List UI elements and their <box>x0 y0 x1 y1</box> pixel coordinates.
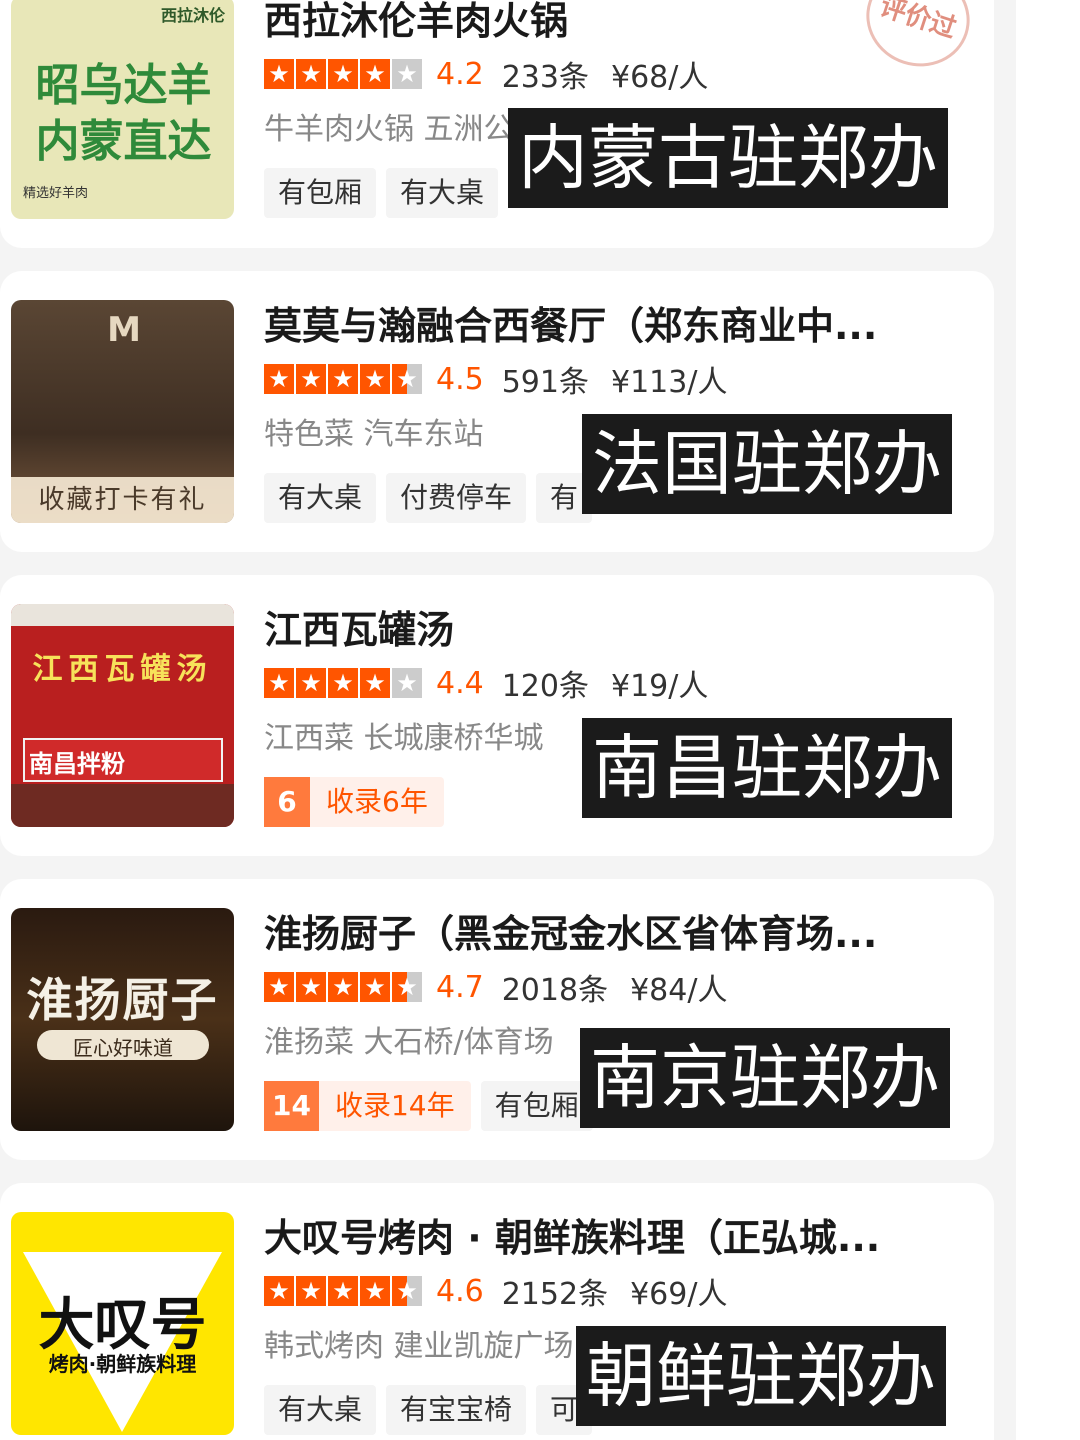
thumb-brand-text: 西拉沐伦 <box>161 6 226 25</box>
restaurant-thumbnail: 大叹号 烤肉·朝鲜族料理 <box>11 1212 234 1435</box>
star-icon <box>264 1276 294 1306</box>
tag: 有包厢 <box>264 168 377 218</box>
review-count: 120条 <box>501 669 589 704</box>
rating-score: 4.7 <box>436 969 484 1005</box>
star-icon <box>296 972 326 1002</box>
star-icon <box>296 1276 326 1306</box>
star-icon <box>264 972 294 1002</box>
price-per-person: ¥84/人 <box>630 973 728 1008</box>
star-icon <box>328 364 358 394</box>
star-rating <box>264 1276 422 1306</box>
rating-score: 4.5 <box>436 361 484 397</box>
overlay-caption: 内蒙古驻郑办 <box>508 108 948 208</box>
thumb-headline: 昭乌达羊 内蒙直达 <box>35 60 212 167</box>
star-icon <box>360 364 390 394</box>
restaurant-thumbnail: 淮扬厨子 匠心好味道 <box>11 908 234 1131</box>
price-per-person: ¥19/人 <box>610 669 709 704</box>
tag: 付费停车 <box>386 473 527 523</box>
thumb-subsign: 南昌拌粉 <box>29 750 125 778</box>
star-icon <box>264 364 294 394</box>
thumb-caption: 收藏打卡有礼 <box>38 485 207 515</box>
star-icon <box>360 1276 390 1306</box>
listed-years-number: 6 <box>264 777 310 827</box>
tag: 有大桌 <box>264 473 377 523</box>
star-icon <box>360 59 390 89</box>
star-icon <box>392 59 422 89</box>
restaurant-thumbnail: 西拉沐伦 昭乌达羊 内蒙直达 精选好羊肉 <box>11 0 234 219</box>
rating-score: 4.6 <box>436 1273 484 1309</box>
restaurant-thumbnail: M 收藏打卡有礼 <box>11 300 234 523</box>
review-count: 2018条 <box>501 973 609 1008</box>
star-icon <box>296 668 326 698</box>
price-per-person: ¥113/人 <box>610 365 728 400</box>
right-edge-panel <box>1016 0 1080 1440</box>
restaurant-list: 西拉沐伦 昭乌达羊 内蒙直达 精选好羊肉 西拉沐伦羊肉火锅 4.2 233条 ¥… <box>0 0 1080 1440</box>
review-count: 233条 <box>501 60 589 95</box>
star-rating <box>264 59 422 89</box>
star-icon <box>328 972 358 1002</box>
review-count: 591条 <box>501 365 589 400</box>
tag: 有大桌 <box>264 1385 377 1435</box>
star-icon <box>296 364 326 394</box>
star-icon <box>360 972 390 1002</box>
thumb-logo: M <box>107 310 141 350</box>
listed-years-number: 14 <box>264 1081 319 1131</box>
rating-row: 4.5 591条 ¥113/人 <box>264 357 964 401</box>
star-icon <box>296 59 326 89</box>
star-icon <box>328 59 358 89</box>
overlay-caption: 朝鲜驻郑办 <box>576 1326 946 1426</box>
listed-years-label: 收录6年 <box>326 785 428 818</box>
tag: 有包厢 <box>480 1081 593 1131</box>
rating-row: 4.7 2018条 ¥84/人 <box>264 965 964 1009</box>
star-icon <box>392 668 422 698</box>
price-per-person: ¥69/人 <box>630 1277 728 1312</box>
restaurant-name[interactable]: 莫莫与瀚融合西餐厅（郑东商业中... <box>264 301 964 351</box>
overlay-caption: 南昌驻郑办 <box>582 718 952 818</box>
price-per-person: ¥68/人 <box>610 60 709 95</box>
star-icon <box>328 668 358 698</box>
star-rating <box>264 668 422 698</box>
star-rating <box>264 972 422 1002</box>
restaurant-name[interactable]: 淮扬厨子（黑金冠金水区省体育场... <box>264 909 964 959</box>
star-icon <box>392 364 422 394</box>
restaurant-name[interactable]: 江西瓦罐汤 <box>264 605 964 655</box>
rating-row: 4.2 233条 ¥68/人 <box>264 52 964 96</box>
thumb-subtitle: 烤肉·朝鲜族料理 <box>48 1352 197 1376</box>
listed-years-badge: 14 收录14年 <box>264 1081 471 1131</box>
star-icon <box>264 668 294 698</box>
star-icon <box>264 59 294 89</box>
rating-score: 4.2 <box>436 56 484 92</box>
star-icon <box>392 972 422 1002</box>
overlay-caption: 南京驻郑办 <box>580 1028 950 1128</box>
star-rating <box>264 364 422 394</box>
listed-years-label: 收录14年 <box>334 1089 455 1122</box>
tag: 有大桌 <box>386 168 499 218</box>
thumb-sign: 江西瓦罐汤 <box>32 652 213 687</box>
restaurant-name[interactable]: 西拉沐伦羊肉火锅 <box>264 0 964 46</box>
star-icon <box>360 668 390 698</box>
listed-years-badge: 6 收录6年 <box>264 777 444 827</box>
rating-row: 4.6 2152条 ¥69/人 <box>264 1269 964 1313</box>
rating-row: 4.4 120条 ¥19/人 <box>264 661 964 705</box>
overlay-caption: 法国驻郑办 <box>582 414 952 514</box>
thumb-small-text: 精选好羊肉 <box>23 186 89 201</box>
restaurant-thumbnail: 江西瓦罐汤 南昌拌粉 <box>11 604 234 827</box>
restaurant-name[interactable]: 大叹号烤肉 · 朝鲜族料理（正弘城... <box>264 1213 964 1263</box>
tag: 有宝宝椅 <box>386 1385 527 1435</box>
star-icon <box>392 1276 422 1306</box>
review-count: 2152条 <box>501 1277 609 1312</box>
thumb-slogan: 匠心好味道 <box>73 1036 173 1060</box>
rating-score: 4.4 <box>436 665 484 701</box>
star-icon <box>328 1276 358 1306</box>
thumb-sign: 淮扬厨子 <box>26 973 219 1027</box>
